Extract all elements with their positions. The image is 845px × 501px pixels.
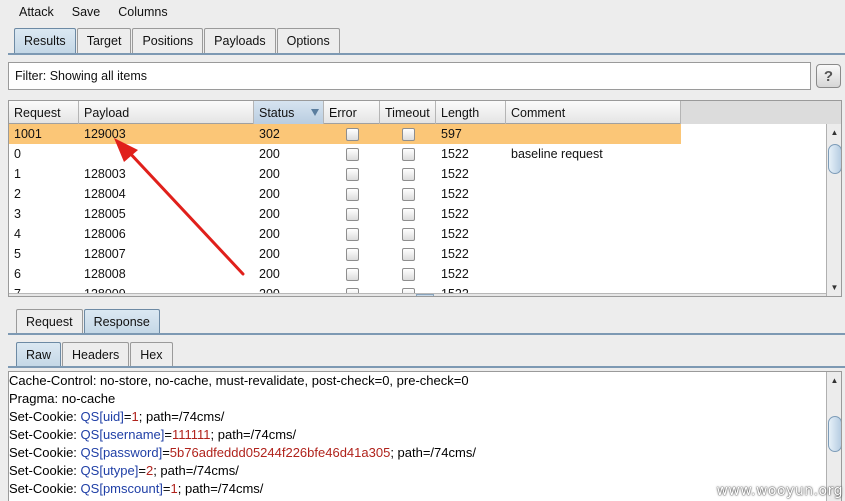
response-token: 5b76adfeddd05244f226bfe46d41a305 — [169, 445, 391, 460]
response-token: Set-Cookie: — [9, 409, 81, 424]
tab-request[interactable]: Request — [16, 309, 83, 334]
watermark-text: www.wooyun.org — [716, 483, 843, 499]
response-text[interactable]: Cache-Control: no-store, no-cache, must-… — [9, 372, 841, 498]
response-line: Set-Cookie: QS[uid]=1; path=/74cms/ — [9, 408, 841, 426]
response-token: = — [123, 409, 132, 424]
response-line: Set-Cookie: QS[password]=5b76adfeddd0524… — [9, 444, 841, 462]
view-tabs-divider — [8, 366, 845, 368]
response-token: Pragma: no-cache — [9, 391, 116, 406]
detail-tabs-divider — [8, 333, 845, 335]
response-token: Cache-Control: no-store, no-cache, must-… — [9, 373, 469, 388]
response-token: QS[password] — [80, 445, 163, 460]
response-scroll-up-icon[interactable]: ▲ — [827, 373, 841, 388]
response-token: Set-Cookie: — [9, 481, 81, 496]
response-token: Set-Cookie: — [9, 427, 81, 442]
response-token: ; path=/74cms/ — [390, 445, 476, 460]
detail-tabs: Request Response — [16, 309, 161, 334]
response-token: QS[pmscount] — [80, 481, 163, 496]
response-token: ; path=/74cms/ — [177, 481, 264, 496]
response-token: = — [162, 481, 171, 496]
response-line: Cache-Control: no-store, no-cache, must-… — [9, 372, 841, 390]
response-token: QS[utype] — [80, 463, 139, 478]
response-token: 111111 — [171, 427, 211, 442]
response-token: QS[uid] — [80, 409, 124, 424]
response-token: = — [164, 427, 172, 442]
response-line: Set-Cookie: QS[username]=111111; path=/7… — [9, 426, 841, 444]
tab-headers[interactable]: Headers — [62, 342, 130, 367]
tab-response[interactable]: Response — [83, 309, 160, 334]
response-token: = — [162, 445, 170, 460]
response-token: QS[username] — [80, 427, 165, 442]
tab-raw[interactable]: Raw — [16, 342, 62, 367]
tab-hex[interactable]: Hex — [130, 342, 173, 367]
response-viewer[interactable]: Cache-Control: no-store, no-cache, must-… — [8, 371, 842, 501]
response-token: ; path=/74cms/ — [138, 409, 225, 424]
response-token: ; path=/74cms/ — [153, 463, 239, 478]
response-token: 1 — [131, 409, 139, 424]
response-scroll-thumb[interactable] — [828, 416, 841, 452]
response-line: Set-Cookie: QS[utype]=2; path=/74cms/ — [9, 462, 841, 480]
response-line: Pragma: no-cache — [9, 390, 841, 408]
response-token: ; path=/74cms/ — [210, 427, 297, 442]
response-token: 1 — [170, 481, 178, 496]
response-token: Set-Cookie: — [9, 445, 81, 460]
response-token: Set-Cookie: — [9, 463, 81, 478]
response-scrollbar[interactable]: ▲ — [826, 372, 841, 501]
response-token: = — [138, 463, 146, 478]
view-tabs: Raw Headers Hex — [16, 342, 174, 367]
